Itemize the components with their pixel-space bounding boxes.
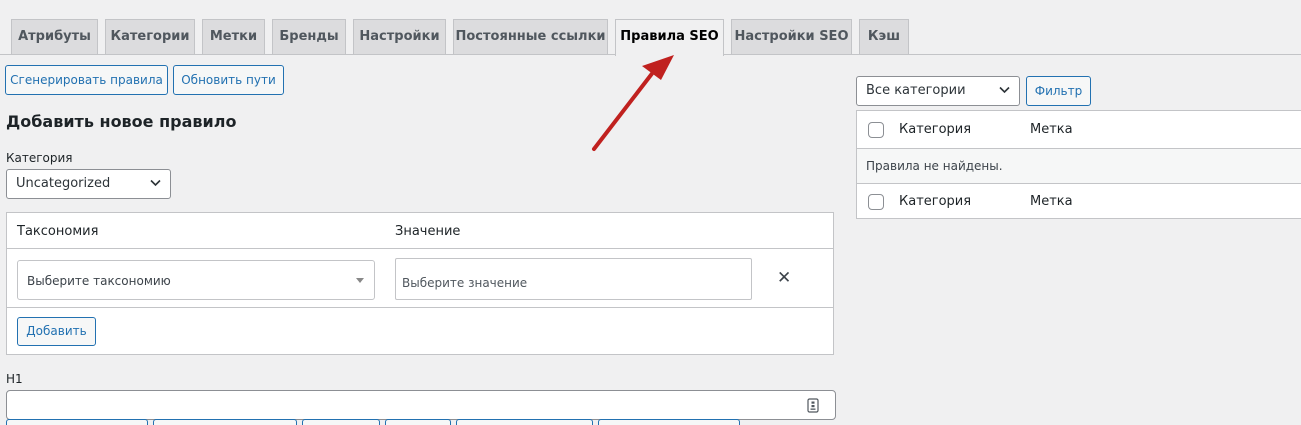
select-all-checkbox-footer[interactable]: [868, 194, 884, 210]
variable-button[interactable]: [302, 419, 380, 425]
chevron-down-icon: [150, 179, 161, 187]
category-label: Категория: [6, 151, 73, 165]
category-filter-select[interactable]: Все категории: [856, 76, 1020, 106]
value-select-placeholder: Выберите значение: [402, 276, 528, 290]
tab-brands[interactable]: Бренды: [272, 19, 346, 54]
header-divider: [7, 248, 833, 249]
category-select-value: Uncategorized: [16, 176, 111, 191]
tag-column-footer[interactable]: Метка: [1030, 194, 1073, 209]
tab-cache[interactable]: Кэш: [859, 19, 909, 54]
empty-message: Правила не найдены.: [866, 159, 1003, 173]
chevron-down-icon: [999, 86, 1010, 94]
generate-rules-button[interactable]: Сгенерировать правила: [5, 65, 168, 95]
tab-settings[interactable]: Настройки: [353, 19, 446, 54]
variable-button[interactable]: [385, 419, 451, 425]
filter-button[interactable]: Фильтр: [1026, 76, 1091, 106]
value-select[interactable]: Выберите значение: [395, 258, 752, 300]
category-column-header[interactable]: Категория: [899, 122, 971, 137]
tab-categories[interactable]: Категории: [105, 19, 195, 54]
category-column-footer[interactable]: Категория: [899, 194, 971, 209]
annotation-arrow: [592, 55, 674, 151]
tab-tags[interactable]: Метки: [202, 19, 265, 54]
close-icon[interactable]: ✕: [777, 269, 791, 287]
category-select[interactable]: Uncategorized: [6, 169, 171, 199]
variable-button[interactable]: [456, 419, 593, 425]
variable-list-icon[interactable]: [807, 398, 819, 413]
taxonomy-select-placeholder: Выберите таксономию: [27, 274, 171, 288]
update-paths-button[interactable]: Обновить пути: [173, 65, 284, 95]
h1-label: H1: [6, 372, 23, 386]
tab-attributes[interactable]: Атрибуты: [11, 19, 98, 54]
value-column-header: Значение: [395, 224, 461, 239]
category-filter-value: Все категории: [866, 83, 966, 98]
add-rule-heading: Добавить новое правило: [6, 112, 237, 131]
tag-column-header[interactable]: Метка: [1030, 122, 1073, 137]
dropdown-arrow-icon: [356, 278, 364, 283]
rules-table: Категория Метка Правила не найдены. Кате…: [856, 110, 1301, 219]
taxonomy-conditions-box: Таксономия Значение Выберите таксономию …: [6, 212, 834, 355]
row-divider: [7, 307, 833, 308]
taxonomy-select[interactable]: Выберите таксономию: [17, 260, 375, 300]
taxonomy-column-header: Таксономия: [17, 224, 99, 239]
h1-input[interactable]: [6, 390, 836, 420]
variable-button[interactable]: [153, 419, 297, 425]
tab-seo-settings[interactable]: Настройки SEO: [731, 19, 852, 54]
variable-button[interactable]: [598, 419, 740, 425]
variable-button[interactable]: [6, 419, 148, 425]
add-condition-button[interactable]: Добавить: [17, 317, 96, 346]
table-row: Правила не найдены.: [857, 148, 1301, 184]
select-all-checkbox[interactable]: [868, 122, 884, 138]
